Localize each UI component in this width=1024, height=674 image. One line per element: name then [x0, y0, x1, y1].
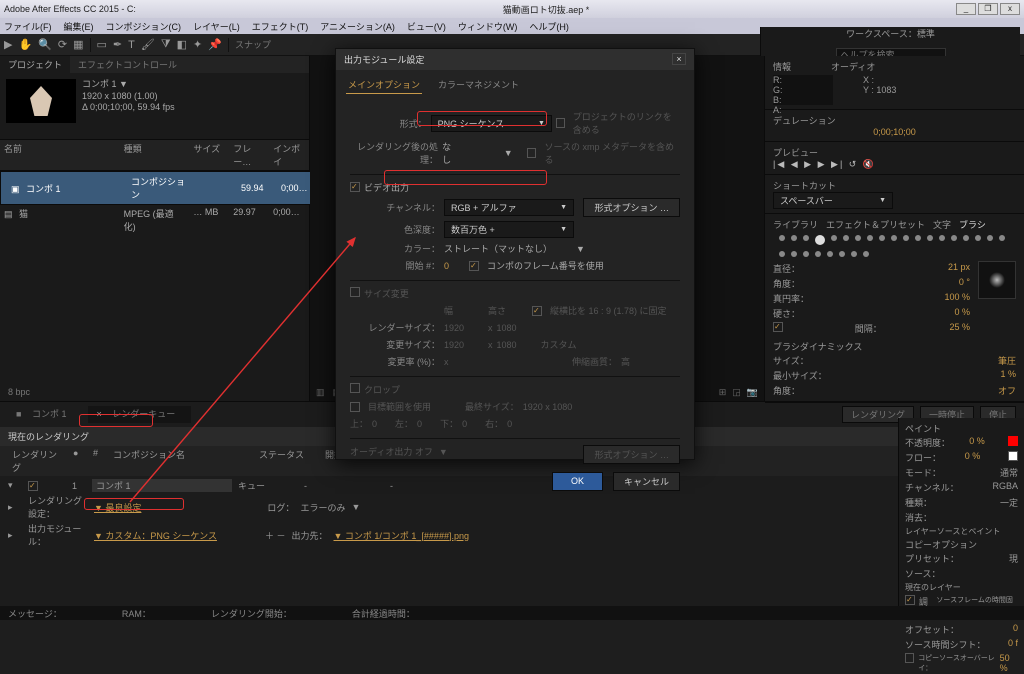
project-item-comp[interactable]: ▣ コンポ 1コンポジション59.940;00… — [0, 171, 324, 205]
tool-pen[interactable]: ✒ — [113, 38, 122, 51]
menu-edit[interactable]: 編集(E) — [64, 20, 94, 33]
dialog-close-icon[interactable]: × — [672, 53, 686, 65]
comp-thumbnail — [6, 79, 76, 123]
render-settings-link[interactable]: ▼ 最良設定 — [94, 501, 141, 514]
panel-duration-title: デュレーション — [773, 114, 1016, 127]
menu-composition[interactable]: コンポジション(C) — [106, 20, 182, 33]
workspace-label[interactable]: ワークスペース：標準 — [846, 27, 935, 40]
panel-shortcut-title: ショートカット — [773, 179, 1016, 192]
menu-effect[interactable]: エフェクト(T) — [252, 20, 309, 33]
tool-text[interactable]: T — [128, 39, 135, 51]
window-maximize[interactable]: ❐ — [978, 3, 998, 15]
tool-shape[interactable]: ▭ — [97, 38, 107, 51]
tool-rotate[interactable]: ⟳ — [58, 38, 67, 51]
dialog-tab-main[interactable]: メインオプション — [346, 76, 422, 94]
tool-stamp[interactable]: ⧩ — [161, 38, 171, 51]
menu-help[interactable]: ヘルプ(H) — [529, 20, 569, 33]
channels-select[interactable]: RGB + アルファ▼ — [444, 199, 574, 216]
menu-layer[interactable]: レイヤー(L) — [193, 20, 240, 33]
tool-brush[interactable]: 🖌 — [141, 38, 155, 51]
tool-zoom[interactable]: 🔍 — [38, 38, 52, 51]
format-options-button[interactable]: 形式オプション … — [583, 198, 680, 217]
output-module-dialog: 出力モジュール設定× メインオプション カラーマネジメント 形式： PNG シー… — [335, 48, 695, 460]
brush-presets[interactable] — [773, 231, 1016, 261]
file-title: 猫動画ロト切抜.aep * — [136, 3, 956, 16]
window-close[interactable]: x — [1000, 3, 1020, 15]
resize-checkbox[interactable] — [350, 287, 360, 297]
tab-project[interactable]: プロジェクト — [0, 56, 70, 73]
format-select[interactable]: PNG シーケンス▼ — [431, 115, 552, 132]
crop-checkbox[interactable] — [350, 383, 360, 393]
tab-library[interactable]: ライブラリ — [773, 218, 818, 231]
snap-label[interactable]: スナップ — [235, 38, 271, 51]
ok-button[interactable]: OK — [552, 472, 603, 491]
viewer-camera-icon[interactable]: 📷 — [747, 387, 758, 398]
background-swatch[interactable] — [1008, 451, 1018, 461]
output-module-link[interactable]: ▼ カスタム：PNG シーケンス — [94, 529, 217, 542]
panel-audio-title: オーディオ — [831, 60, 875, 73]
menu-window[interactable]: ウィンドウ(W) — [458, 20, 518, 33]
menu-animation[interactable]: アニメーション(A) — [320, 20, 395, 33]
window-minimize[interactable]: _ — [956, 3, 976, 15]
tab-brushes[interactable]: ブラシ — [959, 218, 986, 231]
tab-character[interactable]: 文字 — [933, 218, 951, 231]
preview-transport[interactable]: |◀ ◀ ▶ ▶ ▶| ↺ 🔇 — [773, 159, 1016, 170]
tab-render-queue[interactable]: × レンダーキュー — [88, 406, 191, 423]
panel-brush-dynamics: ブラシダイナミックス — [773, 340, 1016, 353]
tool-camera[interactable]: ▦ — [73, 38, 83, 51]
tool-eraser[interactable]: ◧ — [177, 38, 187, 51]
tool-puppet[interactable]: 📌 — [208, 38, 222, 51]
output-to-link[interactable]: ▼ コンポ 1/コンポ 1_[#####].png — [334, 529, 469, 542]
viewer-grid-icon[interactable]: ⊞ — [719, 387, 727, 398]
foreground-swatch[interactable] — [1008, 436, 1018, 446]
video-output-checkbox[interactable] — [350, 182, 360, 192]
viewer-3d-icon[interactable]: ◲ — [732, 387, 741, 398]
dialog-title: 出力モジュール設定 — [344, 53, 424, 66]
status-bar: メッセージ：RAM：レンダリング開始：合計経過時間： — [0, 606, 1024, 620]
tool-hand[interactable]: ✋ — [18, 38, 32, 51]
tab-effects[interactable]: エフェクト＆プリセット — [826, 218, 925, 231]
tool-roto[interactable]: ✦ — [193, 38, 202, 51]
panel-info-title: 情報 — [773, 60, 791, 73]
cancel-button[interactable]: キャンセル — [613, 472, 680, 491]
tab-timeline-comp[interactable]: ■ コンポ 1 — [8, 406, 82, 423]
duration-value: 0;00;10;00 — [773, 127, 1016, 137]
tab-effect-controls[interactable]: エフェクトコントロール — [70, 56, 185, 73]
panel-paint-title: ペイント — [905, 422, 1018, 435]
dialog-tab-color[interactable]: カラーマネジメント — [436, 76, 521, 94]
audio-format-options-button[interactable]: 形式オプション … — [583, 445, 680, 464]
panel-preview-title: プレビュー — [773, 146, 1016, 159]
menu-view[interactable]: ビュー(V) — [407, 20, 446, 33]
project-columns: 名前種類サイズフレー…インポイ — [0, 140, 309, 171]
bpc-indicator[interactable]: 8 bpc — [8, 387, 30, 397]
app-title: Adobe After Effects CC 2015 - C: — [4, 4, 136, 14]
rq-enable-checkbox[interactable] — [28, 481, 38, 491]
viewer-zoom[interactable]: ▥ — [316, 387, 325, 398]
tool-selection[interactable]: ▶ — [4, 38, 12, 51]
project-item-footage[interactable]: ▤ 猫MPEG (最適化)… MB29.970;00… — [0, 205, 309, 235]
shortcut-select[interactable]: スペースバー▼ — [773, 192, 893, 209]
depth-select[interactable]: 数百万色 +▼ — [444, 221, 574, 238]
comp-info: コンポ 1 ▼ 1920 x 1080 (1.00) Δ 0;00;10;00,… — [82, 79, 175, 123]
menu-file[interactable]: ファイル(F) — [4, 20, 52, 33]
